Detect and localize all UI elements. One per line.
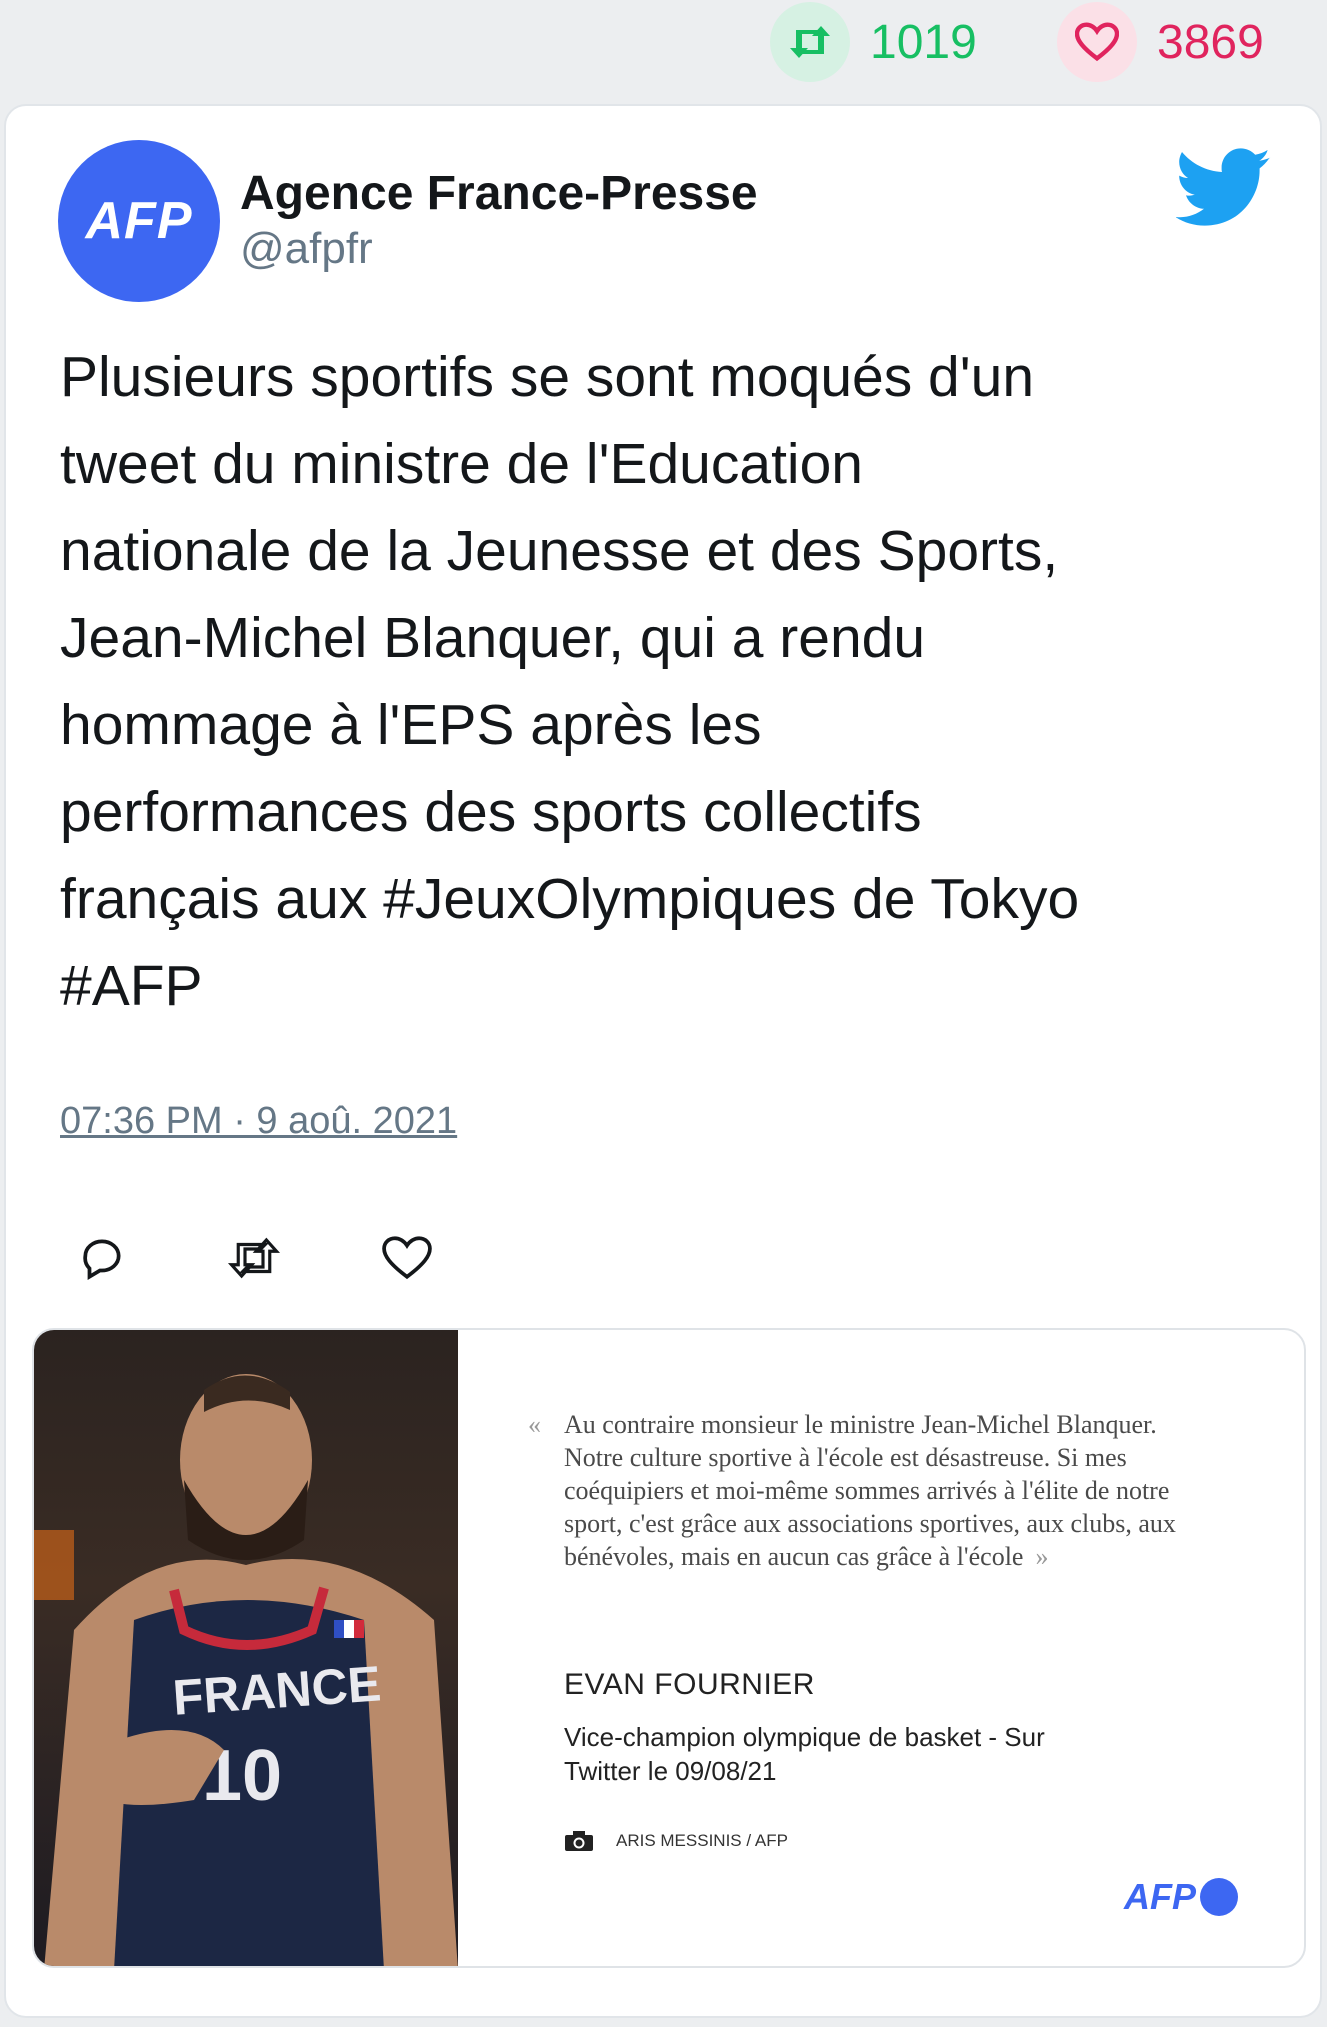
author-handle[interactable]: @afpfr: [240, 224, 373, 274]
heart-icon[interactable]: [1057, 2, 1137, 82]
retweet-icon[interactable]: [770, 2, 850, 82]
quote-body: Au contraire monsieur le ministre Jean-M…: [564, 1410, 1176, 1571]
quote-close-mark: »: [1035, 1542, 1049, 1571]
quote-author: EVAN FOURNIER: [564, 1668, 815, 1701]
like-stat[interactable]: 3869: [1057, 2, 1264, 82]
avatar[interactable]: AFP: [58, 140, 220, 302]
afp-logo-dot: [1200, 1878, 1238, 1916]
quote-open-mark: «: [528, 1410, 541, 1439]
quote-text: Au contraire monsieur le ministre Jean-M…: [564, 1408, 1204, 1573]
media-card[interactable]: FRANCE 10 « Au contraire monsieur le min…: [32, 1328, 1306, 1968]
retweet-count: 1019: [870, 15, 977, 69]
engagement-bar: 1019 3869: [0, 0, 1327, 100]
reply-icon[interactable]: [74, 1230, 130, 1286]
twitter-bird-icon[interactable]: [1176, 148, 1272, 228]
afp-logo: AFP: [1124, 1876, 1238, 1918]
photo-credit: ARIS MESSINIS / AFP: [564, 1830, 788, 1852]
player-illustration: FRANCE 10: [34, 1374, 458, 1966]
like-count: 3869: [1157, 15, 1264, 69]
like-action-icon[interactable]: [379, 1230, 435, 1286]
author-name[interactable]: Agence France-Presse: [240, 166, 758, 221]
afp-logo-text: AFP: [1124, 1876, 1196, 1917]
retweet-action-icon[interactable]: [226, 1230, 282, 1286]
credit-text: ARIS MESSINIS / AFP: [616, 1831, 788, 1850]
quote-author-role: Vice-champion olympique de basket - Sur …: [564, 1722, 1045, 1786]
tweet-timestamp[interactable]: 07:36 PM · 9 aoû. 2021: [60, 1100, 457, 1143]
tweet-text: Plusieurs sportifs se sont moqués d'un t…: [60, 345, 1080, 1018]
tweet-card: AFP Agence France-Presse @afpfr Plusieur…: [4, 104, 1322, 2018]
player-photo: FRANCE 10: [34, 1330, 458, 1966]
retweet-stat[interactable]: 1019: [770, 2, 977, 82]
camera-icon: [565, 1831, 593, 1851]
avatar-text: AFP: [85, 192, 193, 250]
